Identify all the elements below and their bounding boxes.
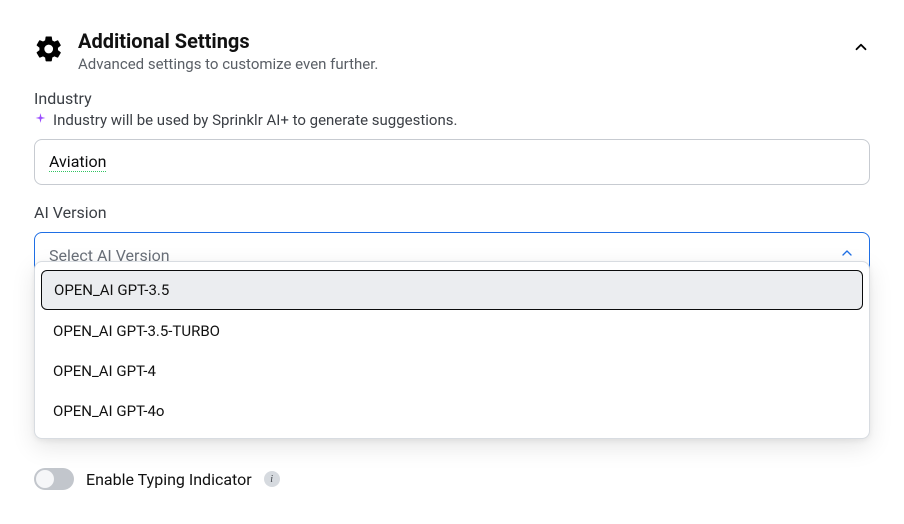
typing-indicator-toggle[interactable] <box>34 468 74 490</box>
section-title: Additional Settings <box>78 28 378 54</box>
section-subtitle: Advanced settings to customize even furt… <box>78 55 378 73</box>
ai-version-dropdown: OPEN_AI GPT-3.5 OPEN_AI GPT-3.5-TURBO OP… <box>34 261 870 439</box>
industry-field: Industry Industry will be used by Sprink… <box>34 89 870 185</box>
ai-version-option[interactable]: OPEN_AI GPT-4 <box>41 352 863 390</box>
ai-version-option[interactable]: OPEN_AI GPT-3.5-TURBO <box>41 312 863 350</box>
ai-version-label: AI Version <box>34 203 870 222</box>
typing-indicator-row: Enable Typing Indicator i <box>34 468 870 490</box>
ai-version-field: AI Version Select AI Version OPEN_AI GPT… <box>34 203 870 278</box>
sparkle-icon <box>34 110 47 129</box>
industry-value: Aviation <box>49 152 106 172</box>
industry-input[interactable]: Aviation <box>34 139 870 185</box>
gear-icon <box>34 34 64 64</box>
typing-indicator-label: Enable Typing Indicator <box>86 470 252 489</box>
industry-label: Industry <box>34 89 870 108</box>
chevron-up-icon <box>852 38 870 56</box>
collapse-toggle[interactable] <box>852 38 870 56</box>
industry-hint: Industry will be used by Sprinklr AI+ to… <box>53 111 457 129</box>
additional-settings-header: Additional Settings Advanced settings to… <box>34 28 870 73</box>
ai-version-option[interactable]: OPEN_AI GPT-4o <box>41 392 863 430</box>
ai-version-option[interactable]: OPEN_AI GPT-3.5 <box>41 270 863 310</box>
info-icon[interactable]: i <box>264 471 280 487</box>
